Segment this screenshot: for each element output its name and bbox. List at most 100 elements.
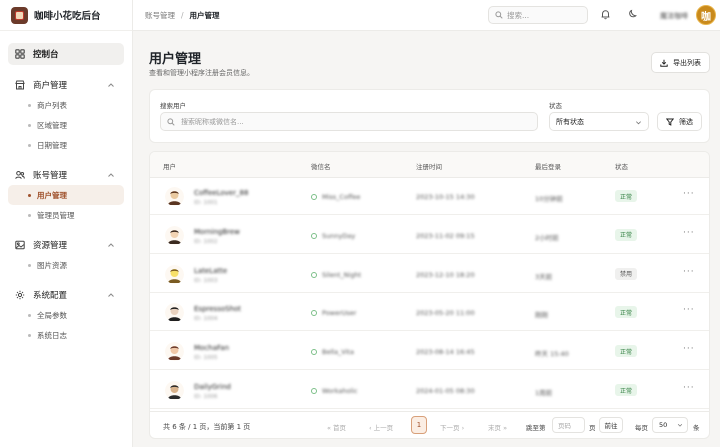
page-subtitle: 查看和管理小程序注册会员信息。 (149, 69, 254, 77)
next-page-button[interactable]: 下一页 › (440, 422, 464, 432)
avatar (165, 225, 184, 245)
breadcrumb-item[interactable]: 账号管理 (145, 10, 175, 21)
gear-icon (14, 289, 26, 301)
registered-time: 2023-12-10 18:20 (416, 270, 475, 279)
sidebar-item-global-params[interactable]: 全局参数 (8, 305, 124, 325)
wechat-name: Miss_Coffee (311, 193, 360, 201)
wechat-name: PowerUser (311, 309, 356, 317)
sidebar-item-date[interactable]: 日期管理 (8, 135, 124, 155)
sidebar-group-accounts[interactable]: 账号管理 (8, 165, 124, 185)
user-name[interactable]: 魔法咖啡 (660, 11, 688, 21)
first-page-button[interactable]: « 首页 (327, 422, 346, 432)
sidebar-item-region[interactable]: 区域管理 (8, 115, 124, 135)
status-label: 状态 (549, 102, 562, 110)
moon-icon[interactable] (627, 9, 638, 20)
user-search-input[interactable]: 搜索昵称或微信名... (160, 112, 538, 131)
avatar (165, 187, 184, 206)
more-actions-icon[interactable]: ··· (683, 189, 695, 199)
search-user-label: 搜索用户 (160, 102, 186, 110)
sidebar-group-label: 账号管理 (33, 171, 68, 181)
chevron-up-icon[interactable] (107, 241, 115, 249)
global-search-input[interactable]: 搜索... (488, 6, 588, 24)
prev-page-button[interactable]: ‹ 上一页 (369, 422, 393, 432)
registered-time: 2023-05-20 11:00 (416, 309, 475, 318)
avatar (165, 342, 184, 362)
jump-page-input[interactable]: 页码 (552, 417, 585, 433)
table-header: 用户 微信名 注册时间 最后登录 状态 (150, 152, 709, 178)
table-row[interactable]: DailyGrind ID: 1006 Workaholic 2024-01-05 0… (150, 372, 709, 409)
sidebar-group-label: 商户管理 (33, 81, 68, 91)
page-size-select[interactable]: 50 (652, 417, 688, 433)
more-actions-icon[interactable]: ··· (683, 305, 695, 315)
sidebar-item-dashboard[interactable]: 控制台 (8, 43, 124, 65)
table-row[interactable]: MochaFan ID: 1005 Bella_Vita 2023-08-14 16:… (150, 333, 709, 371)
search-icon (495, 11, 503, 19)
user-id: ID: 1006 (194, 394, 218, 400)
filter-button[interactable]: 筛选 (657, 112, 702, 131)
column-header-wechat: 微信名 (311, 163, 331, 171)
table-row[interactable]: CoffeeLover_88 ID: 1001 Miss_Coffee 2023-10… (150, 178, 709, 215)
registered-time: 2023-11-02 09:15 (416, 231, 475, 240)
column-header-user: 用户 (163, 163, 176, 171)
wechat-icon (311, 310, 317, 317)
more-actions-icon[interactable]: ··· (683, 267, 695, 277)
last-page-button[interactable]: 末页 » (488, 422, 507, 432)
wechat-name: Silent_Night (311, 271, 361, 279)
sidebar-item-users[interactable]: 用户管理 (8, 185, 124, 205)
status-select[interactable]: 所有状态 (549, 112, 649, 131)
store-icon (14, 79, 26, 91)
users-icon (14, 169, 26, 181)
user-nickname: LateLatte (194, 266, 228, 275)
page-title: 用户管理 (149, 52, 202, 67)
column-header-registered: 注册时间 (416, 163, 442, 171)
last-login: 10分钟前 (535, 195, 563, 203)
more-actions-icon[interactable]: ··· (683, 344, 695, 354)
wechat-icon (311, 271, 317, 278)
chevron-up-icon[interactable] (107, 171, 115, 179)
pagination: 共 6 条 / 1 页，当前第 1 页 « 首页 ‹ 上一页 1 下一页 › 末… (150, 411, 709, 438)
avatar (165, 381, 184, 400)
wechat-icon (311, 232, 317, 239)
table-row[interactable]: EspressoShot ID: 1004 PowerUser 2023-05-20 … (150, 294, 709, 332)
more-actions-icon[interactable]: ··· (683, 228, 695, 238)
sidebar-group-resources[interactable]: 资源管理 (8, 235, 124, 255)
registered-time: 2023-10-15 14:30 (416, 193, 475, 201)
image-icon (14, 239, 26, 251)
bell-icon[interactable] (600, 9, 611, 20)
column-header-status: 状态 (615, 163, 628, 171)
app-logo (11, 6, 28, 24)
brand[interactable]: 咖啡小花吃后台 (0, 0, 132, 31)
avatar[interactable]: 咖 (696, 5, 716, 25)
page-number-button[interactable]: 1 (411, 416, 427, 434)
table-row[interactable]: LateLatte ID: 1003 Silent_Night 2023-12-10 … (150, 256, 709, 293)
sidebar-group-settings[interactable]: 系统配置 (8, 285, 124, 305)
wechat-name: SunnyDay (311, 232, 355, 240)
sidebar-group-merchants[interactable]: 商户管理 (8, 75, 124, 95)
last-login: 昨天 15:40 (535, 350, 569, 359)
filter-card: 搜索用户 状态 搜索昵称或微信名... 所有状态 筛选 (149, 89, 710, 143)
go-button[interactable]: 前往 (599, 417, 623, 433)
sidebar: 咖啡小花吃后台 控制台 商户管理 商户列表 区域管理 日期管理 账号管理 用户管 (0, 0, 133, 447)
sidebar-item-images[interactable]: 图片资源 (8, 255, 124, 275)
user-nickname: MorningBrew (194, 227, 240, 236)
sidebar-item-system-log[interactable]: 系统日志 (8, 325, 124, 345)
jump-unit: 页 (589, 424, 596, 432)
wechat-name: Workaholic (311, 387, 358, 395)
export-button[interactable]: 导出列表 (651, 52, 710, 73)
avatar (165, 264, 184, 284)
sidebar-item-merchant-list[interactable]: 商户列表 (8, 95, 124, 115)
sidebar-nav: 控制台 商户管理 商户列表 区域管理 日期管理 账号管理 用户管理 管理员管理 (0, 31, 132, 357)
table-row[interactable]: MorningBrew ID: 1002 SunnyDay 2023-11-02 09… (150, 217, 709, 254)
chevron-up-icon[interactable] (107, 81, 115, 89)
user-nickname: CoffeeLover_88 (194, 189, 249, 197)
sidebar-item-admins[interactable]: 管理员管理 (8, 205, 124, 225)
registered-time: 2024-01-05 08:30 (416, 387, 475, 395)
more-actions-icon[interactable]: ··· (683, 383, 695, 393)
search-icon (167, 117, 175, 126)
dashboard-icon (14, 48, 26, 60)
wechat-icon (311, 388, 317, 394)
jump-label: 跳至第 (526, 424, 546, 432)
download-icon (660, 59, 668, 67)
per-page-unit: 条 (693, 424, 700, 432)
chevron-up-icon[interactable] (107, 291, 115, 299)
